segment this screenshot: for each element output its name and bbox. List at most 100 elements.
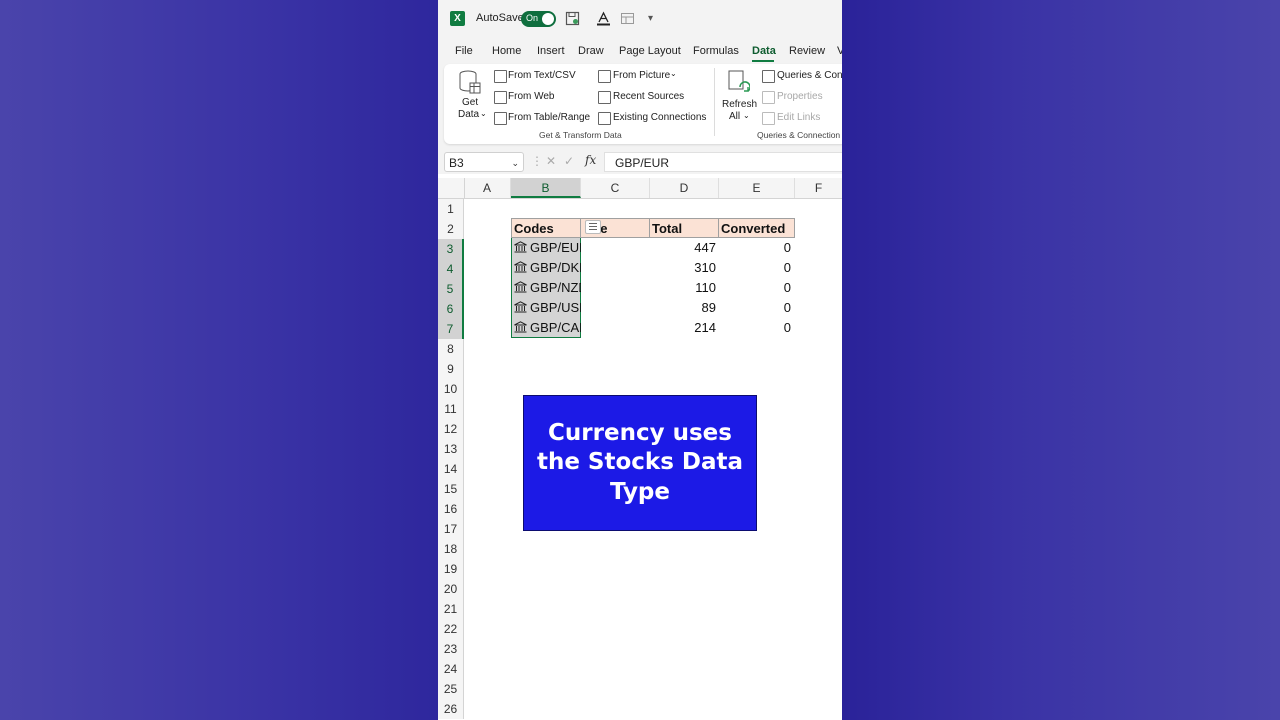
total-cell[interactable]: 214 <box>650 318 720 338</box>
title-bar: X AutoSave On ▾ <box>438 0 842 38</box>
code-cell[interactable]: GBP/DKK <box>511 258 581 278</box>
select-all-corner[interactable] <box>438 178 465 198</box>
form-icon[interactable] <box>620 11 635 26</box>
column-header-b[interactable]: B <box>511 178 581 198</box>
cancel-icon[interactable]: ✕ <box>546 154 556 168</box>
insert-function-button[interactable]: fx <box>585 153 596 167</box>
converted-cell[interactable]: 0 <box>719 278 795 298</box>
converted-cell[interactable]: 0 <box>719 298 795 318</box>
enter-icon[interactable]: ✓ <box>564 154 574 168</box>
code-cell[interactable]: GBP/EUR <box>511 238 581 258</box>
total-cell[interactable]: 310 <box>650 258 720 278</box>
row-header[interactable]: 23 <box>438 639 464 659</box>
row-header[interactable]: 24 <box>438 659 464 679</box>
total-cell[interactable]: 89 <box>650 298 720 318</box>
header-cell-converted[interactable]: Converted <box>718 218 795 238</box>
tab-insert[interactable]: Insert <box>537 45 565 57</box>
get-data-button[interactable]: Get Data ⌄ <box>452 68 488 122</box>
from-web-button[interactable]: From Web <box>508 91 555 102</box>
formula-input[interactable]: GBP/EUR <box>604 152 842 172</box>
row-header[interactable]: 1 <box>438 199 464 219</box>
name-box[interactable]: B3 ⌄ <box>444 152 524 172</box>
row-header[interactable]: 16 <box>438 499 464 519</box>
row-header[interactable]: 20 <box>438 579 464 599</box>
properties-button[interactable]: Properties <box>777 91 823 102</box>
column-header-a[interactable]: A <box>464 178 511 198</box>
code-cell[interactable]: GBP/CAD <box>511 318 581 338</box>
excel-logo-icon: X <box>450 11 465 26</box>
bank-icon <box>514 281 527 293</box>
font-color-icon[interactable] <box>596 11 611 26</box>
background-right <box>842 0 1280 720</box>
tab-home[interactable]: Home <box>492 45 521 57</box>
row-header[interactable]: 25 <box>438 679 464 699</box>
picture-icon <box>598 70 611 83</box>
row-header[interactable]: 12 <box>438 419 464 439</box>
converted-cell[interactable]: 0 <box>719 318 795 338</box>
tab-view[interactable]: V <box>837 45 842 57</box>
row-header[interactable]: 8 <box>438 339 464 359</box>
refresh-label-1: Refresh <box>722 99 758 110</box>
row-header[interactable]: 19 <box>438 559 464 579</box>
row-header[interactable]: 2 <box>438 219 464 239</box>
existing-connections-button[interactable]: Existing Connections <box>613 112 706 123</box>
recent-sources-button[interactable]: Recent Sources <box>613 91 684 102</box>
tab-file[interactable]: File <box>455 45 473 57</box>
tab-formulas[interactable]: Formulas <box>693 45 739 57</box>
refresh-all-button[interactable]: Refresh All ⌄ <box>720 68 758 124</box>
edit-links-button[interactable]: Edit Links <box>777 112 820 123</box>
tab-draw[interactable]: Draw <box>578 45 604 57</box>
from-table-range-button[interactable]: From Table/Range <box>508 112 590 123</box>
total-cell[interactable]: 110 <box>650 278 720 298</box>
column-header-f[interactable]: F <box>795 178 842 198</box>
from-text-csv-button[interactable]: From Text/CSV <box>508 70 576 81</box>
customize-toolbar-chevron-icon[interactable]: ▾ <box>643 11 658 26</box>
row-header[interactable]: 9 <box>438 359 464 379</box>
tab-review[interactable]: Review <box>789 45 825 57</box>
insert-data-icon[interactable] <box>585 220 601 234</box>
row-header[interactable]: 26 <box>438 699 464 719</box>
save-icon[interactable] <box>565 11 580 26</box>
row-header[interactable]: 11 <box>438 399 464 419</box>
code-text: GBP/USD <box>530 300 581 315</box>
row-header[interactable]: 13 <box>438 439 464 459</box>
row-header[interactable]: 14 <box>438 459 464 479</box>
properties-icon <box>762 91 775 104</box>
header-cell-total[interactable]: Total <box>649 218 719 238</box>
table-icon <box>494 112 507 125</box>
total-cell[interactable]: 447 <box>650 238 720 258</box>
queries-connections-button[interactable]: Queries & Conn <box>777 70 842 81</box>
tab-page-layout[interactable]: Page Layout <box>619 45 681 57</box>
column-header-d[interactable]: D <box>650 178 719 198</box>
row-header[interactable]: 22 <box>438 619 464 639</box>
column-header-e[interactable]: E <box>719 178 795 198</box>
row-header[interactable]: 10 <box>438 379 464 399</box>
column-headers: A B C D E F <box>438 178 842 199</box>
from-picture-button[interactable]: From Picture <box>613 70 670 81</box>
row-header[interactable]: 17 <box>438 519 464 539</box>
code-cell[interactable]: GBP/USD <box>511 298 581 318</box>
row-header[interactable]: 15 <box>438 479 464 499</box>
column-header-c[interactable]: C <box>581 178 650 198</box>
chevron-down-icon[interactable]: ⌄ <box>670 69 677 78</box>
toggle-knob <box>542 13 554 25</box>
code-cell[interactable]: GBP/NZD <box>511 278 581 298</box>
converted-cell[interactable]: 0 <box>719 238 795 258</box>
row-header[interactable]: 18 <box>438 539 464 559</box>
callout-box: Currency uses the Stocks Data Type <box>523 395 757 531</box>
row-header[interactable]: 6 <box>438 299 464 319</box>
tab-data[interactable]: Data <box>752 45 776 57</box>
row-header[interactable]: 3 <box>438 239 464 259</box>
header-cell-codes[interactable]: Codes <box>511 218 581 238</box>
autosave-toggle[interactable]: On <box>521 11 556 27</box>
chevron-down-icon: ⌄ <box>480 109 487 118</box>
row-header[interactable]: 7 <box>438 319 464 339</box>
more-options-icon[interactable]: ⋮ <box>531 154 543 168</box>
ribbon-tabs: File Home Insert Draw Page Layout Formul… <box>438 38 842 64</box>
bank-icon <box>514 321 527 333</box>
row-header[interactable]: 4 <box>438 259 464 279</box>
row-header[interactable]: 5 <box>438 279 464 299</box>
converted-cell[interactable]: 0 <box>719 258 795 278</box>
row-header[interactable]: 21 <box>438 599 464 619</box>
get-data-label-2: Data <box>458 109 480 120</box>
